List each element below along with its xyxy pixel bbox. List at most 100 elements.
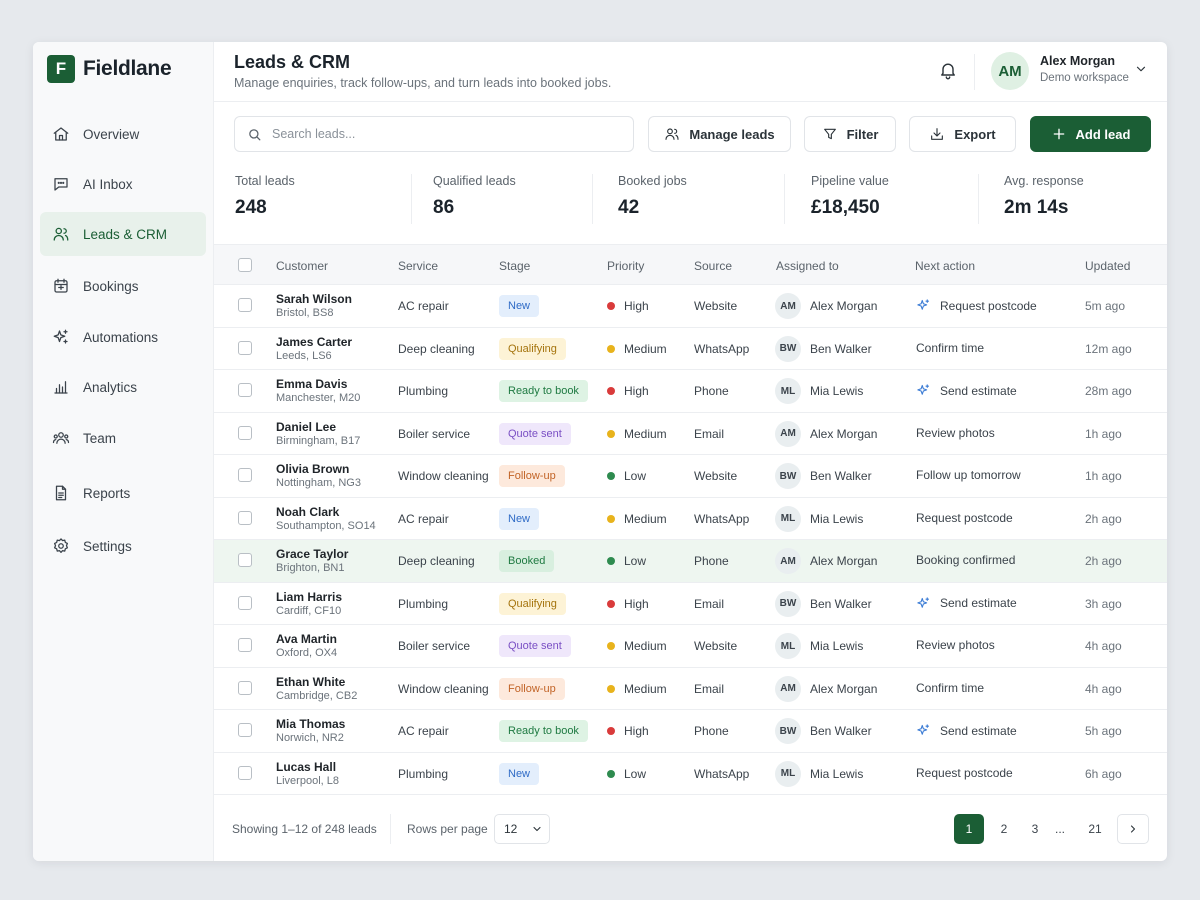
next-action[interactable]: Request postcode	[916, 766, 1013, 780]
next-action[interactable]: Review photos	[916, 426, 995, 440]
table-row[interactable]: Olivia Brown Nottingham, NG3 Window cleani…	[214, 455, 1167, 498]
priority-dot	[607, 514, 615, 523]
column-header[interactable]: Next action	[915, 259, 975, 273]
next-page-button[interactable]	[1117, 814, 1149, 844]
column-header[interactable]: Updated	[1085, 259, 1130, 273]
sidebar-item-team[interactable]: Team	[40, 416, 206, 460]
users-icon	[665, 128, 679, 140]
customer-name[interactable]: James Carter	[276, 335, 352, 349]
next-action[interactable]: Send estimate	[916, 723, 1017, 738]
filter-button[interactable]: Filter	[804, 116, 896, 152]
table-row[interactable]: Sarah Wilson Bristol, BS8 AC repair New High…	[214, 285, 1167, 328]
bell-icon[interactable]	[938, 60, 958, 80]
sidebar-item-automations[interactable]: Automations	[40, 315, 206, 359]
customer-name[interactable]: Mia Thomas	[276, 717, 345, 731]
table-row[interactable]: Ethan White Cambridge, CB2 Window cleaning…	[214, 668, 1167, 710]
row-checkbox[interactable]	[238, 723, 252, 737]
search-box[interactable]	[234, 116, 634, 152]
row-checkbox[interactable]	[238, 510, 252, 525]
chat-icon	[54, 178, 68, 191]
stage-badge: Quote sent	[499, 635, 571, 657]
stat-total-leads: Total leads 248	[235, 174, 295, 219]
updated-time: 1h ago	[1085, 426, 1122, 441]
next-action[interactable]: Request postcode	[916, 298, 1037, 313]
sidebar-item-overview[interactable]: Overview	[40, 112, 206, 156]
assignee-name: Mia Lewis	[810, 766, 864, 781]
column-header[interactable]: Stage	[499, 259, 530, 273]
table-row[interactable]: Noah Clark Southampton, SO14 AC repair New M…	[214, 498, 1167, 540]
add-lead-button[interactable]: Add lead	[1030, 116, 1151, 152]
table-row[interactable]: Emma Davis Manchester, M20 Plumbing Ready t…	[214, 370, 1167, 413]
column-header[interactable]: Assigned to	[776, 259, 839, 273]
rows-per-page-select[interactable]: 12	[494, 814, 550, 844]
customer-name[interactable]: Ava Martin	[276, 632, 337, 646]
customer-name[interactable]: Lucas Hall	[276, 760, 336, 774]
customer-name[interactable]: Emma Davis	[276, 377, 347, 391]
page-1-button[interactable]: 1	[954, 814, 984, 844]
customer-name[interactable]: Olivia Brown	[276, 462, 349, 476]
stat-value: 42	[618, 197, 640, 218]
table-row[interactable]: Daniel Lee Birmingham, B17 Boiler service Q…	[214, 413, 1167, 455]
brand[interactable]: F Fieldlane	[47, 55, 172, 83]
table-row[interactable]: Liam Harris Cardiff, CF10 Plumbing Qualifyi…	[214, 583, 1167, 625]
column-header[interactable]: Customer	[276, 259, 328, 273]
sidebar-item-bookings[interactable]: Bookings	[40, 264, 206, 308]
rows-per-page-value: 12	[504, 822, 518, 836]
next-action[interactable]: Confirm time	[916, 681, 984, 695]
customer-name[interactable]: Noah Clark	[276, 505, 339, 519]
column-header[interactable]: Service	[398, 259, 438, 273]
row-checkbox[interactable]	[238, 468, 252, 482]
row-checkbox[interactable]	[238, 340, 252, 355]
customer-name[interactable]: Grace Taylor	[276, 547, 348, 561]
customer-location: Birmingham, B17	[276, 434, 361, 447]
customer-name[interactable]: Sarah Wilson	[276, 292, 352, 306]
next-action[interactable]: Review photos	[916, 638, 995, 652]
page-2-button[interactable]: 2	[989, 814, 1019, 844]
service: Plumbing	[398, 596, 449, 611]
manage-leads-label: Manage leads	[689, 126, 775, 142]
column-header[interactable]: Source	[694, 259, 732, 273]
next-action[interactable]: Booking confirmed	[916, 553, 1015, 567]
sidebar-item-reports[interactable]: Reports	[40, 471, 206, 515]
sidebar-item-ai-inbox[interactable]: AI Inbox	[40, 162, 206, 206]
row-checkbox[interactable]	[238, 680, 252, 695]
updated-time: 2h ago	[1085, 554, 1122, 568]
next-action[interactable]: Send estimate	[916, 596, 1017, 611]
export-button[interactable]: Export	[909, 116, 1016, 152]
customer-name[interactable]: Daniel Lee	[276, 420, 336, 434]
table-row[interactable]: Grace Taylor Brighton, BN1 Deep cleaning Bo…	[214, 540, 1167, 583]
stat-label: Pipeline value	[811, 174, 889, 188]
row-checkbox[interactable]	[238, 595, 252, 610]
showing-count: Showing 1–12 of 248 leads	[232, 822, 377, 836]
row-checkbox[interactable]	[238, 553, 252, 567]
row-checkbox[interactable]	[238, 638, 252, 652]
manage-leads-button[interactable]: Manage leads	[648, 116, 791, 152]
sidebar-item-analytics[interactable]: Analytics	[40, 365, 206, 409]
next-action[interactable]: Send estimate	[916, 383, 1017, 398]
table-row[interactable]: Lucas Hall Liverpool, L8 Plumbing New Low Wha…	[214, 753, 1167, 795]
page-21-button[interactable]: 21	[1080, 814, 1110, 844]
chevron-right-icon	[1130, 825, 1136, 833]
row-checkbox[interactable]	[238, 425, 252, 440]
chevron-down-icon[interactable]	[1134, 62, 1148, 76]
select-all-checkbox[interactable]	[238, 258, 252, 272]
assignee-name: Alex Morgan	[810, 299, 878, 313]
user-name[interactable]: Alex Morgan	[1040, 54, 1115, 68]
column-header[interactable]: Priority	[607, 259, 644, 273]
sidebar-item-settings[interactable]: Settings	[40, 524, 206, 568]
user-avatar[interactable]: AM	[991, 52, 1029, 90]
customer-name[interactable]: Liam Harris	[276, 590, 342, 604]
page-3-button[interactable]: 3	[1020, 814, 1050, 844]
table-row[interactable]: Ava Martin Oxford, OX4 Boiler service Quote…	[214, 625, 1167, 668]
row-checkbox[interactable]	[238, 765, 252, 780]
table-row[interactable]: Mia Thomas Norwich, NR2 AC repair Ready to …	[214, 710, 1167, 753]
table-row[interactable]: James Carter Leeds, LS6 Deep cleaning Quali…	[214, 328, 1167, 370]
search-input[interactable]	[272, 127, 612, 141]
sidebar-item-leads-crm[interactable]: Leads & CRM	[40, 212, 206, 256]
next-action[interactable]: Confirm time	[916, 341, 984, 355]
customer-name[interactable]: Ethan White	[276, 675, 345, 689]
next-action[interactable]: Follow up tomorrow	[916, 468, 1021, 482]
row-checkbox[interactable]	[238, 383, 252, 397]
next-action[interactable]: Request postcode	[916, 511, 1013, 525]
row-checkbox[interactable]	[238, 298, 252, 312]
